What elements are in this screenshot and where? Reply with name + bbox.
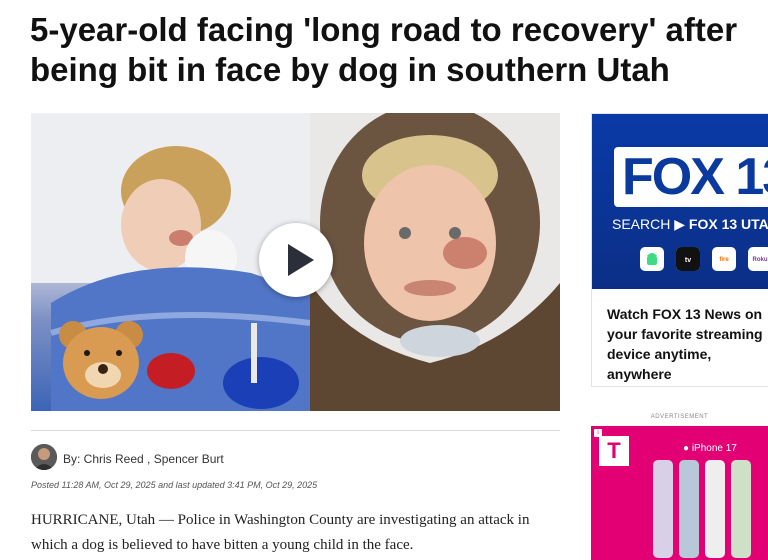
- roku-icon: Roku: [748, 247, 768, 271]
- play-button[interactable]: [259, 223, 333, 297]
- ad-label: ADVERTISEMENT: [650, 414, 709, 420]
- author-separator: ,: [143, 452, 154, 466]
- apple-logo-icon: ●: [683, 443, 690, 454]
- ad-product: ● iPhone 17: [683, 443, 737, 454]
- fox13-logo-text: FOX 13: [622, 148, 768, 206]
- ad-product-name: iPhone 17: [691, 443, 737, 454]
- phone-image: [731, 460, 751, 558]
- author-avatar: [31, 444, 57, 470]
- article-timestamp: Posted 11:28 AM, Oct 29, 2025 and last u…: [31, 480, 318, 490]
- article-headline: 5-year-old facing 'long road to recovery…: [30, 11, 738, 88]
- apple-tv-icon: tv: [676, 247, 700, 271]
- promo-text: Watch FOX 13 News on your favorite strea…: [607, 306, 763, 382]
- article-body: HURRICANE, Utah — Police in Washington C…: [31, 512, 530, 553]
- android-icon: [640, 247, 664, 271]
- video-player[interactable]: [31, 113, 560, 411]
- phone-image: [679, 460, 699, 558]
- phone-image: [653, 460, 673, 558]
- byline: By: Chris Reed , Spencer Burt: [63, 452, 224, 466]
- promo-banner: FOX 13 SEARCH ▶ FOX 13 UTAH tv fire Roku: [592, 114, 768, 289]
- promo-search-target: FOX 13 UTAH: [688, 216, 768, 232]
- play-icon: [288, 244, 314, 276]
- tmobile-iphone-ad[interactable]: i T ● iPhone 17: [591, 426, 768, 560]
- firetv-icon: fire: [712, 247, 736, 271]
- promo-search-line: SEARCH ▶ FOX 13 UTAH: [612, 216, 768, 233]
- svg-text:tv: tv: [685, 257, 691, 264]
- svg-text:fire: fire: [719, 257, 729, 263]
- svg-text:Roku: Roku: [753, 257, 768, 263]
- author-link[interactable]: Chris Reed: [84, 452, 144, 466]
- phone-image: [705, 460, 725, 558]
- fox13-promo-card[interactable]: FOX 13 SEARCH ▶ FOX 13 UTAH tv fire Roku…: [591, 113, 768, 387]
- fox13-logo: FOX 13: [614, 147, 768, 207]
- divider: [31, 430, 560, 431]
- byline-prefix: By:: [63, 452, 84, 466]
- photo-child-injured-face: [310, 113, 560, 411]
- promo-search-label: SEARCH ▶: [612, 216, 686, 232]
- tmobile-logo: T: [599, 436, 629, 466]
- author-link[interactable]: Spencer Burt: [154, 452, 224, 466]
